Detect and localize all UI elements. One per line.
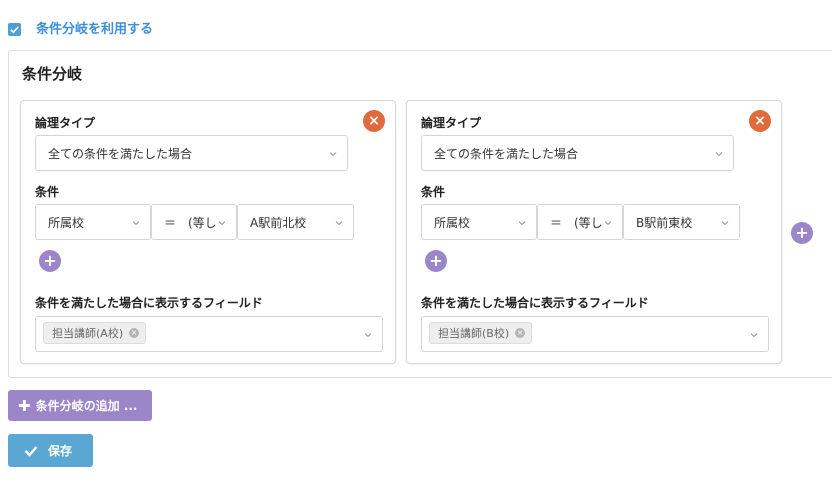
chevron-down-icon [604, 221, 612, 226]
logic-type-label: 論理タイプ [421, 116, 482, 130]
chevron-down-icon [335, 221, 343, 226]
chevron-down-icon [715, 152, 723, 157]
condition-operator-value: ＝ (等しい) [164, 215, 216, 230]
condition-field-select[interactable]: 所属校 [35, 204, 151, 240]
display-fields-label: 条件を満たした場合に表示するフィールド [35, 296, 263, 310]
chip-label: 担当講師(A校) [52, 327, 124, 340]
chip-remove-icon[interactable]: × [129, 328, 140, 338]
condition-value-text: B駅前東校 [636, 215, 693, 230]
plus-icon: ✚ [18, 396, 31, 415]
chip-remove-icon[interactable]: × [515, 328, 526, 338]
chevron-down-icon [721, 221, 729, 226]
condition-value-select[interactable]: B駅前東校 [623, 204, 740, 240]
conditions-label: 条件 [35, 185, 60, 199]
condition-value-select[interactable]: A駅前北校 [237, 204, 354, 240]
display-fields-label: 条件を満たした場合に表示するフィールド [421, 296, 649, 310]
condition-operator-select[interactable]: ＝ (等しい) [537, 204, 623, 240]
chevron-down-icon [518, 221, 526, 226]
remove-icon[interactable]: × [749, 110, 771, 132]
condition-field-value: 所属校 [434, 215, 471, 230]
panel-title: 条件分岐 [22, 65, 83, 83]
use-branch-checkbox[interactable] [8, 23, 21, 36]
logic-type-value: 全ての条件を満たした場合 [48, 146, 193, 161]
logic-type-label: 論理タイプ [35, 116, 96, 130]
branch-card-2: 論理タイプ × 全ての条件を満たした場合 条件 所属校 ＝ (等しい) B駅前東… [406, 100, 782, 364]
condition-operator-value: ＝ (等しい) [550, 215, 602, 230]
chip-label: 担当講師(B校) [438, 327, 510, 340]
add-branch-button[interactable]: ✚ 条件分岐の追加 ... [8, 390, 152, 421]
chevron-down-icon [364, 333, 372, 338]
plus-icon: + [795, 223, 809, 242]
chevron-down-icon [750, 333, 758, 338]
logic-type-select[interactable]: 全ての条件を満たした場合 [35, 135, 348, 171]
chevron-down-icon [329, 152, 337, 157]
logic-type-value: 全ての条件を満たした場合 [434, 146, 579, 161]
use-branch-label[interactable]: 条件分岐を利用する [36, 18, 153, 37]
condition-value-text: A駅前北校 [250, 215, 307, 230]
branch-card-1: 論理タイプ × 全ての条件を満たした場合 条件 所属校 ＝ (等しい) A駅前北… [20, 100, 396, 364]
plus-icon: + [429, 251, 443, 270]
display-field-chip: 担当講師(B校) × [429, 322, 533, 344]
check-icon [10, 26, 19, 34]
add-condition-button[interactable]: + [39, 250, 61, 272]
display-field-chip: 担当講師(A校) × [43, 322, 147, 344]
condition-operator-select[interactable]: ＝ (等しい) [151, 204, 237, 240]
add-branch-label: 条件分岐の追加 ... [35, 399, 138, 413]
plus-icon: + [43, 251, 57, 270]
chevron-down-icon [132, 221, 140, 226]
logic-type-select[interactable]: 全ての条件を満たした場合 [421, 135, 734, 171]
add-condition-button[interactable]: + [425, 250, 447, 272]
condition-field-value: 所属校 [48, 215, 85, 230]
chevron-down-icon [218, 221, 226, 226]
check-icon [24, 445, 38, 457]
conditions-label: 条件 [421, 185, 446, 199]
add-branch-icon-button[interactable]: + [791, 222, 813, 244]
save-label: 保存 [48, 444, 73, 458]
remove-icon[interactable]: × [363, 110, 385, 132]
save-button[interactable]: 保存 [8, 434, 93, 467]
condition-field-select[interactable]: 所属校 [421, 204, 537, 240]
